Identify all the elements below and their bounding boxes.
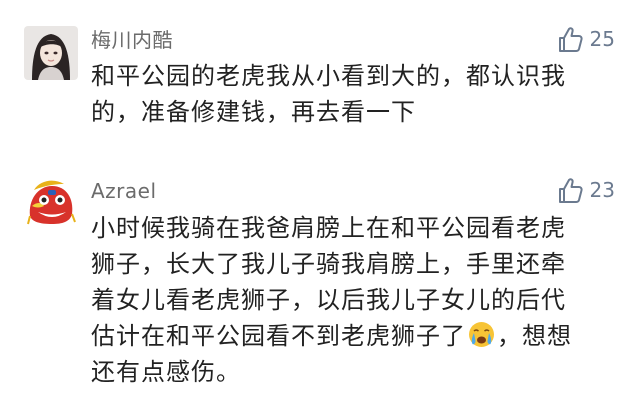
comment-item: Azrael 23 小时候我骑在我爸肩膀上在和平公园看老虎 狮子，长大了我儿子骑我…	[0, 170, 641, 404]
crying-face-emoji-icon	[468, 321, 495, 348]
comment-text: 和平公园的老虎我从小看到大的，都认识我 的，准备修建钱，再去看一下	[91, 58, 611, 130]
comment-line: 估计在和平公园看不到老虎狮子了 ，想想	[91, 318, 611, 354]
comment-list: 梅川内酷 25 和平公园的老虎我从小看到大的，都认识我 的，准备修建钱，再去看一下	[0, 0, 641, 404]
comment-line-segment: ，想想	[497, 322, 572, 350]
comment-line: 着女儿看老虎狮子，以后我儿子女儿的后代	[91, 286, 566, 314]
username[interactable]: Azrael	[91, 178, 157, 204]
comment-line: 和平公园的老虎我从小看到大的，都认识我	[91, 62, 566, 90]
username[interactable]: 梅川内酷	[91, 27, 173, 53]
like-count: 23	[589, 178, 615, 202]
like-count: 25	[589, 27, 615, 51]
comment-line: 还有点感伤。	[91, 358, 241, 386]
comment-line: 的，准备修建钱，再去看一下	[91, 98, 416, 126]
lion-dance-avatar-image	[24, 176, 78, 230]
comment-line-segment: 估计在和平公园看不到老虎狮子了	[91, 322, 466, 350]
user-avatar-image	[24, 26, 78, 80]
comment-line: 小时候我骑在我爸肩膀上在和平公园看老虎	[91, 214, 566, 242]
avatar[interactable]	[24, 176, 78, 230]
avatar[interactable]	[24, 26, 78, 80]
like-button[interactable]: 25	[558, 25, 615, 53]
comment-text: 小时候我骑在我爸肩膀上在和平公园看老虎 狮子，长大了我儿子骑我肩膀上，手里还牵 着女…	[91, 210, 611, 390]
like-button[interactable]: 23	[558, 176, 615, 204]
comment-item: 梅川内酷 25 和平公园的老虎我从小看到大的，都认识我 的，准备修建钱，再去看一下	[0, 0, 641, 170]
thumbs-up-icon	[558, 26, 583, 52]
comment-line: 狮子，长大了我儿子骑我肩膀上，手里还牵	[91, 250, 566, 278]
thumbs-up-icon	[558, 177, 583, 203]
